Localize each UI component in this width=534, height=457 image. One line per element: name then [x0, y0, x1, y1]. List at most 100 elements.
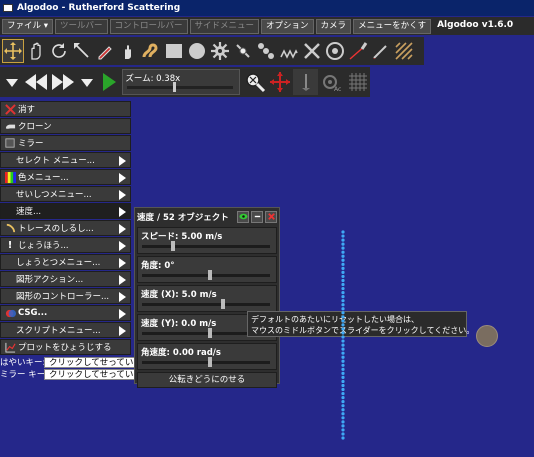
fast-forward-icon[interactable]	[50, 69, 76, 95]
fixate-icon[interactable]	[301, 39, 323, 63]
gear-icon[interactable]	[209, 39, 231, 63]
particle-dot[interactable]	[341, 295, 345, 299]
slider-knob[interactable]	[221, 299, 226, 309]
particle-dot[interactable]	[341, 363, 345, 367]
particle-dot[interactable]	[341, 258, 345, 262]
particle-dot[interactable]	[341, 299, 345, 303]
particle-dot[interactable]	[341, 319, 345, 323]
particle-dot[interactable]	[341, 282, 345, 287]
particle-dot[interactable]	[341, 286, 345, 291]
menu-item-velocity[interactable]: 速度...	[0, 203, 131, 219]
zoom-knob[interactable]	[172, 82, 176, 92]
particle-dot[interactable]	[341, 387, 345, 392]
menu-item-delete[interactable]: 消す	[0, 101, 131, 117]
menu-item-mirror[interactable]: ミラー	[0, 135, 131, 151]
angular-velocity-slider[interactable]: 角速度: 0.00 rad/s	[137, 343, 277, 370]
gravity-crosshair-icon[interactable]	[267, 69, 292, 95]
particle-dot[interactable]	[341, 416, 345, 420]
menu-file[interactable]: ファイル ▾	[2, 18, 53, 34]
particle-dot[interactable]	[341, 242, 345, 246]
scale-arrow-icon[interactable]	[71, 39, 93, 63]
menu-item-info[interactable]: ! じょうほう...	[0, 237, 131, 253]
particle-dot[interactable]	[341, 234, 345, 238]
particle-dot[interactable]	[341, 391, 345, 396]
particle-dot[interactable]	[341, 355, 345, 359]
particle-dot[interactable]	[341, 254, 345, 258]
particle-dot[interactable]	[341, 230, 345, 234]
particle-dot[interactable]	[341, 278, 345, 283]
slider-knob[interactable]	[208, 328, 212, 338]
particle-dot[interactable]	[341, 428, 345, 432]
particle-dot[interactable]	[341, 371, 345, 375]
move-tool-icon[interactable]	[2, 39, 24, 63]
drag-hand-icon[interactable]	[25, 39, 47, 63]
rotate-icon[interactable]	[48, 39, 70, 63]
menu-item-select[interactable]: セレクト メニュー...	[0, 152, 131, 168]
particle-dot[interactable]	[341, 327, 345, 331]
particle-dot[interactable]	[341, 400, 345, 404]
particle-dot[interactable]	[341, 323, 345, 327]
wheel-icon[interactable]	[324, 39, 346, 63]
box-icon[interactable]	[163, 39, 185, 63]
particle-dot[interactable]	[341, 404, 345, 408]
particle-dot[interactable]	[341, 343, 345, 347]
particle-dot[interactable]	[341, 246, 345, 250]
particle-dot[interactable]	[341, 379, 345, 384]
hinge-icon[interactable]	[232, 39, 254, 63]
particle-dot[interactable]	[341, 420, 345, 424]
menu-item-show-plot[interactable]: プロットをひょうじする	[0, 339, 131, 355]
particle-dot[interactable]	[341, 412, 345, 416]
menu-camera[interactable]: カメラ	[315, 18, 352, 34]
particle-dot[interactable]	[341, 238, 345, 242]
menu-item-csg[interactable]: CSG...	[0, 305, 131, 321]
particle-dot[interactable]	[341, 359, 345, 363]
particle-dot[interactable]	[341, 432, 345, 436]
particle-dot[interactable]	[341, 262, 345, 266]
mirror-key-field[interactable]: クリックしてせってい	[44, 368, 139, 380]
hatch-icon[interactable]	[393, 39, 415, 63]
particle-dot[interactable]	[341, 339, 345, 343]
particle-dot[interactable]	[341, 303, 345, 307]
circle-icon[interactable]	[186, 39, 208, 63]
particle-dot[interactable]	[341, 307, 345, 311]
chevron-down-icon[interactable]	[2, 69, 22, 95]
particle-dot[interactable]	[341, 347, 345, 351]
nucleus-circle[interactable]	[476, 325, 498, 347]
put-in-orbit-button[interactable]: 公転きどうにのせる	[137, 372, 277, 388]
menu-item-controller[interactable]: 図形のコントローラー...	[0, 288, 131, 304]
pencil-icon[interactable]	[94, 39, 116, 63]
spring-icon[interactable]	[278, 39, 300, 63]
particle-dot[interactable]	[341, 250, 345, 254]
menu-hide-menus[interactable]: メニューをかくす	[353, 18, 432, 34]
menu-item-material[interactable]: せいしつメニュー...	[0, 186, 131, 202]
particle-dot[interactable]	[341, 408, 345, 412]
velocity-x-slider[interactable]: 速度 (X): 5.0 m/s	[137, 285, 277, 312]
menu-item-collision[interactable]: しょうとつメニュー...	[0, 254, 131, 270]
air-resistance-icon[interactable]	[293, 69, 319, 95]
particle-dot[interactable]	[341, 375, 345, 380]
particle-dot[interactable]	[341, 290, 345, 295]
eye-icon[interactable]	[237, 210, 249, 223]
speed-dropdown-icon[interactable]	[77, 69, 97, 95]
grid-icon[interactable]	[345, 69, 370, 95]
particle-dot[interactable]	[341, 383, 345, 388]
slider-knob[interactable]	[208, 357, 212, 367]
cut-hand-icon[interactable]	[117, 39, 139, 63]
menu-item-color[interactable]: 色メニュー...	[0, 169, 131, 185]
menu-item-script[interactable]: スクリプトメニュー...	[0, 322, 131, 338]
hotkey-field[interactable]: クリックしてせってい	[44, 356, 139, 368]
particle-dot[interactable]	[341, 351, 345, 355]
particle-dot[interactable]	[341, 315, 345, 319]
slider-knob[interactable]	[171, 241, 176, 251]
menu-item-clone[interactable]: クローン	[0, 118, 131, 134]
minimize-icon[interactable]	[251, 210, 263, 223]
angle-slider[interactable]: 角度: 0°	[137, 256, 277, 283]
slider-knob[interactable]	[208, 270, 212, 280]
particle-dot[interactable]	[341, 274, 345, 279]
rope-icon[interactable]	[140, 39, 162, 63]
close-icon[interactable]	[265, 210, 277, 223]
attraction-icon[interactable]: Ac	[319, 69, 344, 95]
brush-icon[interactable]	[370, 39, 392, 63]
particle-dot[interactable]	[341, 367, 345, 371]
menu-options[interactable]: オプション	[261, 18, 314, 34]
